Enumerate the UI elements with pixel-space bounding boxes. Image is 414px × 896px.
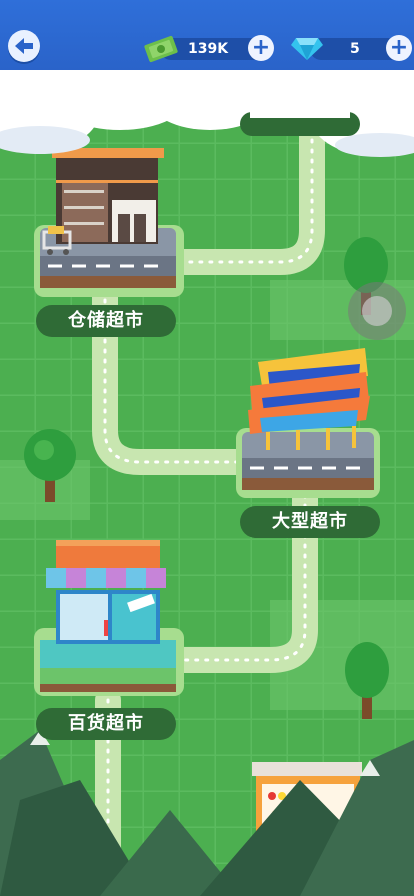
- cash-value: 139K: [188, 41, 229, 57]
- add-cash-button[interactable]: +: [248, 35, 274, 61]
- gem-counter: 5 +: [310, 35, 412, 61]
- shop-label-department-store[interactable]: 百货超市: [36, 708, 176, 740]
- back-button[interactable]: [8, 30, 40, 62]
- level-map: [0, 0, 414, 896]
- diamond-icon: [291, 38, 323, 60]
- arrow-left-icon: [15, 38, 33, 54]
- joystick-control[interactable]: [348, 282, 406, 340]
- shop-label-warehouse[interactable]: 仓储超市: [36, 305, 176, 337]
- joystick-knob[interactable]: [362, 296, 392, 326]
- add-gems-button[interactable]: +: [386, 35, 412, 61]
- top-bar: 139K + 5 +: [0, 0, 414, 70]
- gem-value: 5: [350, 41, 360, 57]
- shop-label-hypermarket[interactable]: 大型超市: [240, 506, 380, 538]
- cash-icon: [144, 35, 178, 63]
